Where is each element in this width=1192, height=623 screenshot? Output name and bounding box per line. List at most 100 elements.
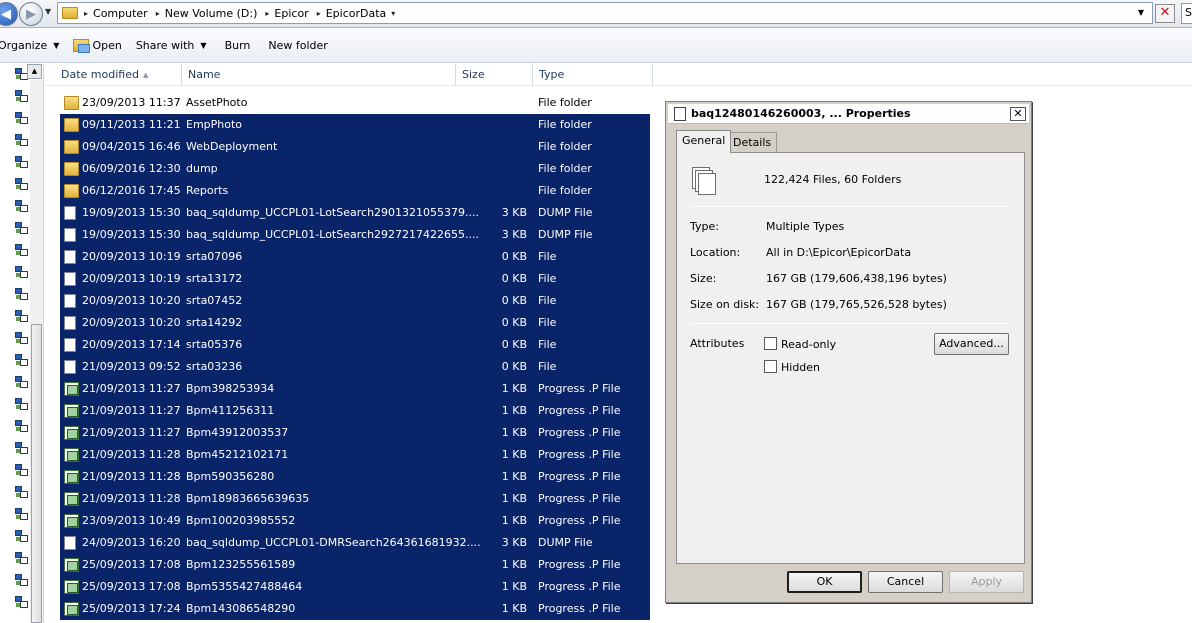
column-header-size[interactable]: Size	[456, 64, 533, 86]
tab-details[interactable]: Details	[727, 132, 778, 152]
network-computer-icon[interactable]	[15, 288, 28, 300]
cancel-button[interactable]: Cancel	[868, 571, 943, 593]
file-row[interactable]: 21/09/2013 11:28 Bpm590356280 1 KB Progress…	[60, 466, 650, 488]
file-row[interactable]: 20/09/2013 10:19 srta07096 0 KB File	[60, 246, 650, 268]
back-button[interactable]: ◀	[0, 2, 18, 26]
network-computer-icon[interactable]	[15, 156, 28, 168]
network-computer-icon[interactable]	[15, 420, 28, 432]
chevron-down-icon: ▼	[53, 41, 60, 50]
share-with-button[interactable]: Share with ▼	[136, 39, 207, 52]
file-date: 20/09/2013 17:14	[82, 338, 181, 351]
file-row[interactable]: 24/09/2013 16:20 baq_sqldump_UCCPL01-DMRS…	[60, 532, 650, 554]
tab-general[interactable]: General	[676, 130, 732, 153]
file-row[interactable]: 21/09/2013 11:27 Bpm43912003537 1 KB Progre…	[60, 422, 650, 444]
history-dropdown-icon[interactable]: ▼	[45, 7, 51, 16]
clear-address-button[interactable]: ✕	[1155, 4, 1175, 23]
network-computer-icon[interactable]	[15, 332, 28, 344]
breadcrumb-epicor[interactable]: ▸ Epicor	[265, 7, 308, 20]
dialog-close-button[interactable]: ✕	[1010, 107, 1026, 121]
network-computer-icon[interactable]	[15, 464, 28, 476]
network-computer-icon[interactable]	[15, 310, 28, 322]
file-row[interactable]: 25/09/2013 17:08 Bpm5355427488464 1 KB Prog…	[60, 576, 650, 598]
file-row[interactable]: 06/12/2016 17:45 Reports File folder	[60, 180, 650, 202]
file-row[interactable]: 25/09/2013 17:08 Bpm123255561589 1 KB Progr…	[60, 554, 650, 576]
file-date: 20/09/2013 10:19	[82, 250, 181, 263]
chevron-down-icon: ▼	[200, 41, 207, 50]
file-row[interactable]: 21/09/2013 11:27 Bpm398253934 1 KB Progress…	[60, 378, 650, 400]
hidden-checkbox[interactable]	[764, 360, 777, 373]
advanced-button[interactable]: Advanced...	[934, 333, 1009, 355]
location-label: Location:	[690, 246, 741, 259]
file-row[interactable]: 09/11/2013 11:21 EmpPhoto File folder	[60, 114, 650, 136]
file-row[interactable]: 20/09/2013 10:20 srta14292 0 KB File	[60, 312, 650, 334]
readonly-checkbox[interactable]	[764, 337, 777, 350]
file-row[interactable]: 23/09/2013 10:49 Bpm100203985552 1 KB Progr…	[60, 510, 650, 532]
organize-button[interactable]: Organize ▼	[0, 39, 59, 52]
network-computer-icon[interactable]	[15, 552, 28, 564]
network-computer-icon[interactable]	[15, 486, 28, 498]
dialog-title-bar[interactable]: baq12480146260003, ... Properties ✕	[668, 104, 1029, 124]
file-date: 19/09/2013 15:30	[82, 206, 181, 219]
ok-button[interactable]: OK	[787, 571, 862, 593]
file-date: 21/09/2013 11:27	[82, 426, 181, 439]
organize-label: Organize	[0, 39, 48, 52]
column-header-type[interactable]: Type	[533, 64, 653, 86]
file-date: 20/09/2013 10:20	[82, 294, 181, 307]
file-row[interactable]: 21/09/2013 11:28 Bpm18983665639635 1 KB Pro…	[60, 488, 650, 510]
burn-button[interactable]: Burn	[225, 39, 251, 52]
file-type: Progress .P File	[538, 426, 621, 439]
address-box[interactable]: ▸ Computer ▸ New Volume (D:) ▸ Epicor ▸ Epic…	[57, 2, 1153, 24]
file-row[interactable]: 19/09/2013 15:30 baq_sqldump_UCCPL01-LotS…	[60, 202, 650, 224]
network-computer-icon[interactable]	[15, 574, 28, 586]
network-computer-icon[interactable]	[15, 398, 28, 410]
address-bar-strip: ◀ ▶ ▼ ▸ Computer ▸ New Volume (D:) ▸ Epicor…	[0, 0, 1192, 28]
apply-button[interactable]: Apply	[949, 571, 1024, 593]
file-row[interactable]: 20/09/2013 10:19 srta13172 0 KB File	[60, 268, 650, 290]
forward-button[interactable]: ▶	[19, 2, 43, 26]
file-row[interactable]: 25/09/2013 17:24 Bpm143086548290 1 KB Progr…	[60, 598, 650, 620]
network-computer-icon[interactable]	[15, 376, 28, 388]
file-row[interactable]: 09/04/2015 16:46 WebDeployment File folder	[60, 136, 650, 158]
column-header-date-modified[interactable]: Date modified ▲	[55, 64, 182, 86]
breadcrumb-epicordata[interactable]: ▸ EpicorData ▾	[317, 7, 396, 20]
chevron-down-icon[interactable]: ▾	[391, 9, 395, 18]
network-computer-icon[interactable]	[15, 112, 28, 124]
network-computer-icon[interactable]	[15, 90, 28, 102]
scroll-up-arrow-icon[interactable]: ▲	[27, 64, 42, 79]
file-row[interactable]: 21/09/2013 11:27 Bpm411256311 1 KB Progress…	[60, 400, 650, 422]
file-name: srta07096	[186, 250, 243, 263]
breadcrumb-computer[interactable]: ▸ Computer	[84, 7, 148, 20]
network-computer-icon[interactable]	[15, 200, 28, 212]
network-computer-icon[interactable]	[15, 354, 28, 366]
file-row[interactable]: 21/09/2013 11:28 Bpm45212102171 1 KB Progre…	[60, 444, 650, 466]
network-computer-icon[interactable]	[15, 530, 28, 542]
file-type: File	[538, 294, 557, 307]
address-dropdown-icon[interactable]: ▼	[1138, 8, 1144, 17]
network-computer-icon[interactable]	[15, 442, 28, 454]
file-row[interactable]: 19/09/2013 15:30 baq_sqldump_UCCPL01-LotS…	[60, 224, 650, 246]
network-computer-icon[interactable]	[15, 508, 28, 520]
file-name: Bpm18983665639635	[186, 492, 310, 505]
file-type: File	[538, 272, 557, 285]
file-row[interactable]: 20/09/2013 10:20 srta07452 0 KB File	[60, 290, 650, 312]
file-size: 0 KB	[501, 272, 527, 285]
file-type: Progress .P File	[538, 580, 621, 593]
search-input[interactable]: S	[1181, 3, 1192, 24]
column-header-name[interactable]: Name	[182, 64, 456, 86]
network-computer-icon[interactable]	[15, 134, 28, 146]
network-computer-icon[interactable]	[15, 244, 28, 256]
network-computer-icon[interactable]	[15, 596, 28, 608]
network-computer-icon[interactable]	[15, 266, 28, 278]
network-computer-icon[interactable]	[15, 178, 28, 190]
network-computer-icon[interactable]	[15, 222, 28, 234]
breadcrumb-volume[interactable]: ▸ New Volume (D:)	[156, 7, 258, 20]
file-row[interactable]: 06/09/2016 12:30 dump File folder	[60, 158, 650, 180]
new-folder-button[interactable]: New folder	[268, 39, 327, 52]
share-with-label: Share with	[135, 39, 195, 52]
file-row[interactable]: 20/09/2013 17:14 srta05376 0 KB File	[60, 334, 650, 356]
file-row[interactable]: 23/09/2013 11:37 AssetPhoto File folder	[45, 92, 653, 114]
file-row[interactable]: 21/09/2013 09:52 srta03236 0 KB File	[60, 356, 650, 378]
file-icon	[64, 316, 76, 330]
scrollbar-thumb[interactable]	[31, 324, 42, 623]
open-button[interactable]: Open	[73, 39, 122, 53]
